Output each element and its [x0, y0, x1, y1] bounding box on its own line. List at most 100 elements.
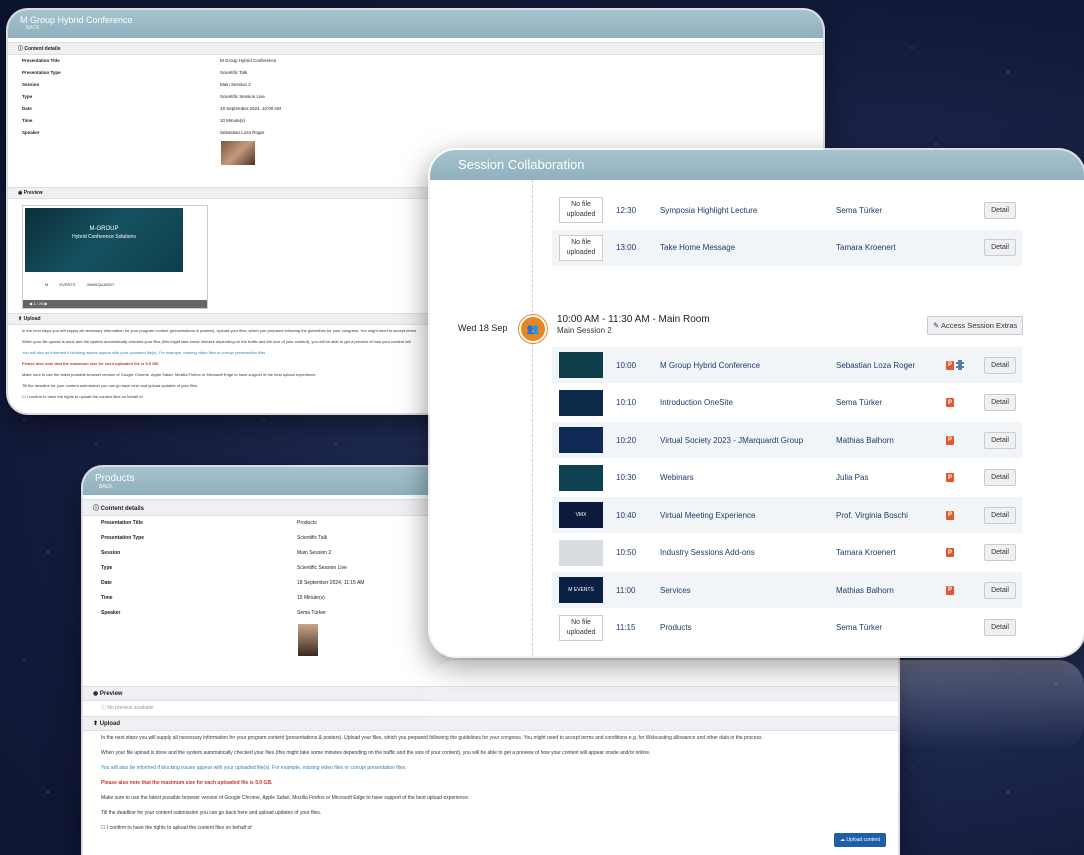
- slide-thumbnail[interactable]: [559, 464, 603, 491]
- deadline-note: Till the deadline for your content submi…: [101, 810, 322, 816]
- powerpoint-icon[interactable]: P: [946, 473, 954, 482]
- talk-title: Industry Sessions Add-ons: [660, 548, 755, 557]
- detail-row: Type Scientific Session Live: [8, 91, 823, 103]
- warning-note: Please also note that the maximum size f…: [101, 780, 273, 786]
- presentation-preview[interactable]: M-GROUP Hybrid Conference Solutions M EV…: [22, 205, 208, 309]
- talk-title: Virtual Meeting Experience: [660, 510, 756, 520]
- slide-thumbnail[interactable]: VMX: [559, 502, 603, 528]
- info-note: You will also be informed if blocking is…: [101, 765, 407, 771]
- session-row: No file uploaded 12:30 Symposia Highlight …: [552, 192, 1022, 228]
- powerpoint-icon[interactable]: P: [946, 548, 954, 557]
- no-file-placeholder[interactable]: No file uploaded: [559, 614, 603, 641]
- detail-label: Type: [101, 565, 113, 571]
- file-icons: P: [946, 398, 972, 407]
- detail-button[interactable]: Detail: [984, 239, 1016, 256]
- speaker-name: Prof. Virginia Boschi: [836, 510, 908, 520]
- slide-thumbnail[interactable]: [559, 389, 603, 416]
- session-header: 10:00 AM - 11:30 AM - Main Room Main Ses…: [557, 314, 710, 335]
- detail-button[interactable]: Detail: [984, 356, 1016, 374]
- session-row: No file uploaded 11:15 Products Sema Türker…: [552, 610, 1022, 646]
- talk-time: 10:30: [616, 473, 637, 482]
- file-icons: P: [946, 585, 972, 595]
- speaker-name: Sema Türker: [836, 398, 883, 407]
- day-label: Wed 18 Sep: [458, 323, 508, 333]
- video-icon[interactable]: [956, 360, 964, 370]
- detail-row: Speaker Sebastian Loza Roger: [8, 127, 823, 139]
- detail-button[interactable]: Detail: [984, 544, 1016, 561]
- detail-value: Scientific Talk: [220, 70, 248, 75]
- detail-value: Products: [297, 520, 317, 526]
- slide-thumbnail[interactable]: [559, 427, 603, 453]
- file-icons: P: [946, 510, 972, 520]
- detail-label: Presentation Title: [22, 58, 60, 63]
- confirm-checkbox[interactable]: ☐ I confirm to have the rights to upload…: [83, 821, 898, 836]
- detail-button[interactable]: Detail: [984, 581, 1016, 599]
- detail-value: 15 Minute(s): [297, 595, 325, 601]
- session-collaboration-window: Session Collaboration Wed 18 Sep 👥 10:00…: [430, 150, 1084, 656]
- detail-value: Scientific Talk: [297, 535, 328, 541]
- no-file-placeholder[interactable]: No file uploaded: [559, 234, 603, 261]
- powerpoint-icon[interactable]: P: [946, 585, 954, 595]
- window-reflection: [430, 660, 1084, 750]
- access-session-extras-button[interactable]: ✎ Access Session Extras: [927, 316, 1024, 335]
- window-titlebar: Session Collaboration: [430, 150, 1084, 180]
- session-row: No file uploaded 13:00 Take Home Message Ta…: [552, 229, 1022, 266]
- player-controls[interactable]: ◀ 1 / 24 ▶: [23, 300, 207, 308]
- session-time-room: 10:00 AM - 11:30 AM - Main Room: [557, 314, 710, 325]
- file-icons: P: [946, 360, 972, 370]
- slide-subtitle: Hybrid Conference Solutions: [72, 234, 136, 240]
- detail-label: Presentation Type: [22, 70, 61, 75]
- slide-thumbnail[interactable]: [559, 539, 603, 566]
- upload-content-button[interactable]: ☁ Upload content: [833, 833, 886, 847]
- session-row: M EVENTS 11:00 Services Mathias Balhorn P Det…: [552, 572, 1022, 608]
- powerpoint-icon[interactable]: P: [946, 360, 954, 370]
- speaker-name: Mathias Balhorn: [836, 585, 894, 595]
- detail-button[interactable]: Detail: [984, 506, 1016, 524]
- detail-value: 10 Minute(s): [220, 118, 246, 123]
- timeline-line: [532, 180, 533, 656]
- detail-label: Date: [22, 106, 32, 111]
- detail-button[interactable]: Detail: [984, 619, 1016, 636]
- slide-title: M-GROUP: [89, 226, 119, 232]
- detail-button[interactable]: Detail: [984, 431, 1016, 449]
- detail-label: Time: [101, 595, 113, 601]
- detail-label: Presentation Type: [101, 535, 144, 541]
- talk-time: 13:00: [616, 243, 637, 252]
- detail-value: Main Session 2: [297, 550, 332, 556]
- detail-button[interactable]: Detail: [984, 201, 1016, 219]
- powerpoint-icon[interactable]: P: [946, 398, 954, 407]
- detail-label: Date: [101, 580, 112, 586]
- talk-time: 11:15: [616, 623, 636, 632]
- talk-title: Webinars: [660, 473, 694, 482]
- talk-title: M Group Hybrid Conference: [660, 360, 761, 370]
- speaker-photo: [221, 141, 255, 165]
- slide-thumbnail[interactable]: [559, 352, 603, 378]
- detail-row: Session Main Session 2: [8, 79, 823, 91]
- talk-time: 10:20: [616, 435, 637, 445]
- speaker-name: Sema Türker: [836, 623, 883, 632]
- detail-value: 18 September 2024, 11:15 AM: [297, 580, 365, 586]
- powerpoint-icon[interactable]: P: [946, 510, 954, 520]
- session-timeline: Wed 18 Sep 👥 10:00 AM - 11:30 AM - Main …: [430, 180, 1084, 656]
- detail-button[interactable]: Detail: [984, 469, 1016, 486]
- talk-time: 10:50: [616, 548, 637, 557]
- detail-label: Speaker: [101, 610, 121, 616]
- speaker-name: Sema Türker: [836, 205, 883, 215]
- powerpoint-icon[interactable]: P: [946, 435, 954, 445]
- detail-label: Session: [101, 550, 121, 556]
- detail-value: Scientific Session Live: [297, 565, 347, 571]
- session-row: 10:00 M Group Hybrid Conference Sebastian …: [552, 347, 1022, 383]
- detail-value: Sema Türker: [297, 610, 326, 616]
- detail-value: Sebastian Loza Roger: [220, 130, 265, 135]
- talk-time: 10:10: [616, 398, 637, 407]
- detail-value: M Group Hybrid Conference: [220, 58, 277, 63]
- detail-button[interactable]: Detail: [984, 394, 1016, 411]
- window-title: M Group Hybrid Conference: [20, 15, 133, 25]
- no-file-placeholder[interactable]: No file uploaded: [559, 197, 603, 223]
- back-link[interactable]: BACK: [26, 25, 811, 31]
- slide-thumbnail: M-GROUP Hybrid Conference Solutions: [25, 208, 183, 272]
- session-row: 10:50 Industry Sessions Add-ons Tamara Kro…: [552, 535, 1022, 571]
- details-list: Presentation Title M Group Hybrid Confere…: [8, 55, 823, 139]
- slide-thumbnail[interactable]: M EVENTS: [559, 577, 603, 603]
- talk-time: 12:30: [616, 205, 637, 215]
